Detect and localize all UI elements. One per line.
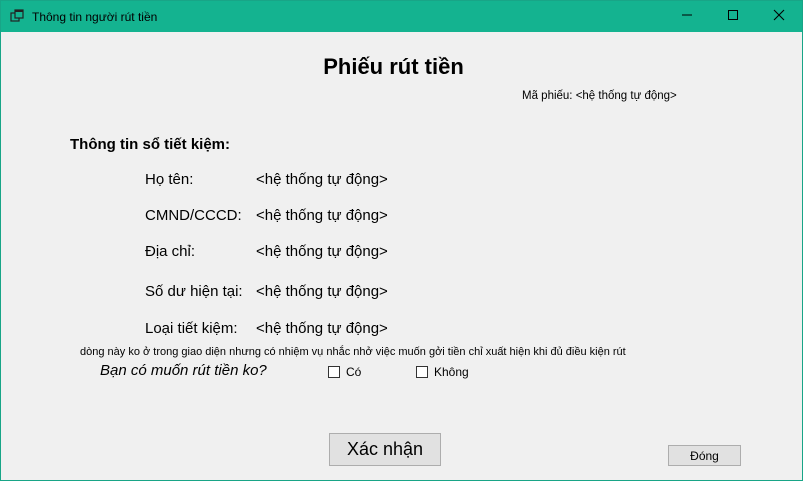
no-checkbox-label: Không (434, 365, 469, 379)
minimize-button[interactable] (664, 1, 710, 32)
address-value: <hệ thống tự động> (256, 243, 388, 260)
full-name-value: <hệ thống tự động> (256, 171, 388, 188)
confirm-button[interactable]: Xác nhận (329, 433, 441, 466)
close-button[interactable]: Đóng (668, 445, 741, 466)
current-balance-value: <hệ thống tự động> (256, 283, 388, 300)
maximize-button[interactable] (710, 1, 756, 32)
window-title: Thông tin người rút tiền (32, 10, 158, 24)
receipt-code-label: Mã phiếu: <hệ thống tự động> (522, 90, 677, 102)
form-heading: Phiếu rút tiền (323, 54, 464, 79)
close-icon (773, 8, 785, 26)
savings-type-label: Loại tiết kiệm: (145, 320, 238, 337)
address-label: Địa chỉ: (145, 243, 196, 260)
yes-checkbox-box[interactable] (328, 366, 340, 378)
reminder-note: dòng này ko ở trong giao diện nhưng có n… (80, 346, 626, 358)
no-checkbox[interactable]: Không (416, 365, 469, 379)
yes-checkbox[interactable]: Có (328, 365, 361, 379)
id-number-value: <hệ thống tự động> (256, 207, 388, 224)
current-balance-label: Số dư hiện tại: (145, 283, 243, 300)
minimize-icon (681, 8, 693, 26)
id-number-label: CMND/CCCD: (145, 207, 242, 224)
yes-checkbox-label: Có (346, 365, 362, 379)
no-checkbox-box[interactable] (416, 366, 428, 378)
window: Thông tin người rút tiền Phiếu rút tiền … (0, 0, 803, 481)
app-window-icon (10, 9, 24, 23)
close-window-button[interactable] (756, 1, 802, 32)
withdraw-question: Bạn có muốn rút tiền ko? (100, 362, 267, 379)
full-name-label: Họ tên: (145, 171, 194, 188)
title-bar[interactable]: Thông tin người rút tiền (1, 1, 802, 32)
maximize-icon (727, 8, 739, 26)
section-title: Thông tin sổ tiết kiệm: (70, 136, 230, 153)
savings-type-value: <hệ thống tự động> (256, 320, 388, 337)
